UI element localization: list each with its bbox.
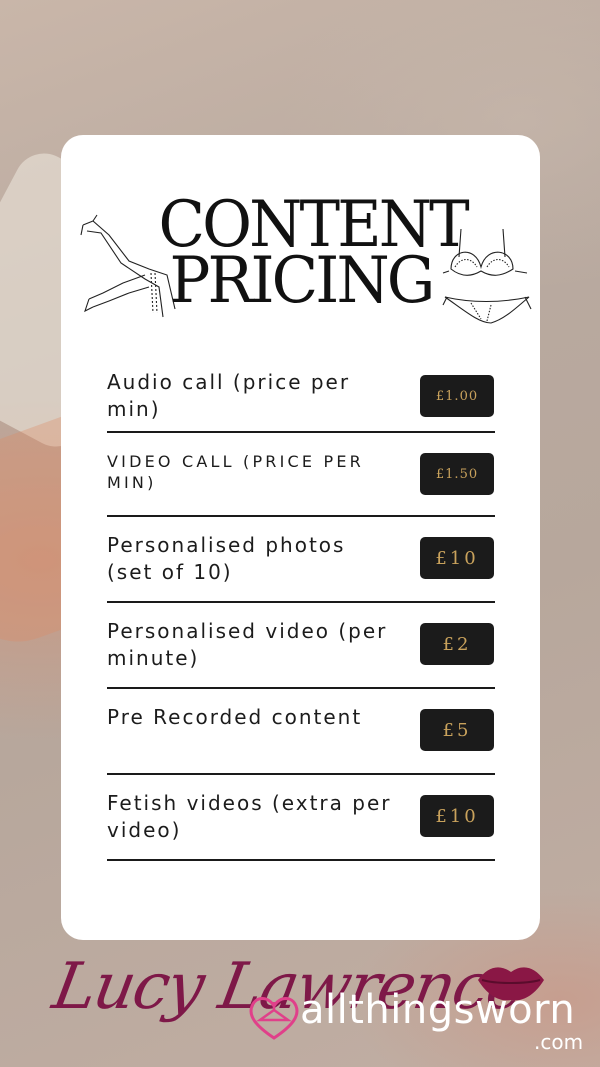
row-label: Pre Recorded content [107, 705, 363, 729]
price-badge: £2 [420, 623, 494, 665]
price-badge: £1.00 [420, 375, 494, 417]
price-badge: £10 [420, 795, 494, 837]
bra-panties-icon [442, 228, 532, 324]
row-label: Fetish videos (extra per video) [107, 791, 392, 842]
price-badge: £1.50 [420, 453, 494, 495]
list-item: Personalised video (per minute) £2 [107, 603, 495, 689]
list-item: Fetish videos (extra per video) £10 [107, 775, 495, 861]
brand-site: allthingsworn [300, 987, 576, 1033]
row-label: Personalised photos (set of 10) [107, 533, 346, 584]
brand-tld: .com [534, 1030, 584, 1054]
price-badge: £10 [420, 537, 494, 579]
row-label: Personalised video (per minute) [107, 619, 388, 670]
heart-hanger-icon [249, 997, 299, 1040]
pricing-card: CONTENT PRICING Audio call (price per mi… [61, 135, 540, 940]
title-line-2: PRICING [169, 244, 435, 318]
row-label: Audio call (price per min) [107, 370, 351, 421]
list-item: VIDEO CALL (PRICE PER MIN) £1.50 [107, 433, 495, 517]
price-list: Audio call (price per min) £1.00 VIDEO C… [107, 367, 495, 861]
price-badge: £5 [420, 709, 494, 751]
list-item: Audio call (price per min) £1.00 [107, 367, 495, 433]
list-item: Pre Recorded content £5 [107, 689, 495, 775]
row-label: VIDEO CALL (PRICE PER MIN) [107, 452, 364, 492]
page-title: CONTENT PRICING [151, 193, 470, 318]
list-item: Personalised photos (set of 10) £10 [107, 517, 495, 603]
